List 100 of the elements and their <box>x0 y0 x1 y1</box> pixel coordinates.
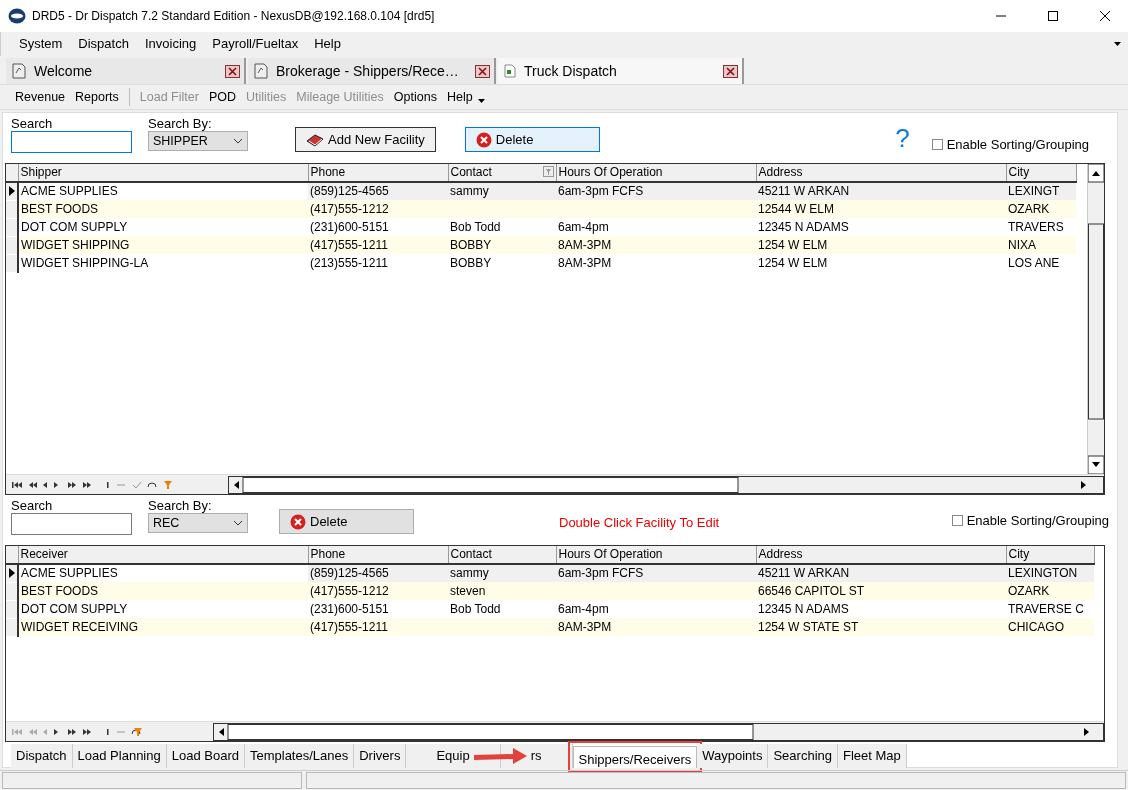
bottom-tab[interactable]: Fleet Map <box>838 744 907 768</box>
search-by-dropdown[interactable]: SHIPPER <box>148 131 248 151</box>
table-cell: (231)600-5151 <box>310 601 389 616</box>
help-link[interactable]: ? <box>895 125 910 151</box>
delete-button[interactable]: Delete <box>279 509 414 534</box>
table-row[interactable]: BEST FOODS (417)555-1212 steven 66546 CAPITOL ST OZARK <box>6 582 1094 600</box>
close-icon[interactable] <box>225 64 240 78</box>
search-by-dropdown[interactable]: REC <box>148 513 248 533</box>
table-cell: 1254 W STATE ST <box>758 619 859 634</box>
menu-item[interactable]: Help <box>306 32 349 56</box>
table-cell: WIDGET SHIPPING-LA <box>21 255 149 270</box>
delete-button[interactable]: Delete <box>464 127 600 152</box>
table-row[interactable]: WIDGET RECEIVING (417)555-1211 8AM-3PM 1254 W STATE ST CHICAGO <box>6 618 1094 636</box>
sorting-checkbox[interactable]: Enable Sorting/Grouping <box>931 135 1089 155</box>
column-header[interactable]: City <box>1006 546 1094 564</box>
chevron-down-icon <box>233 520 243 526</box>
table-cell: 8AM-3PM <box>558 619 612 634</box>
table-cell: WIDGET RECEIVING <box>21 619 139 634</box>
toolbar-item[interactable]: POD <box>203 86 241 108</box>
table-cell: OZARK <box>1008 583 1050 598</box>
table-cell: sammy <box>450 566 489 580</box>
dropdown-arrow-icon[interactable] <box>477 99 485 103</box>
row-pointer-icon <box>6 186 16 197</box>
toolbar-item[interactable]: Help <box>441 86 478 108</box>
table-cell: LEXINGTON <box>1008 566 1078 580</box>
menu-item[interactable]: Payroll/Fueltax <box>204 32 307 56</box>
row-pointer-icon <box>6 568 16 579</box>
bottom-tab[interactable]: Searching <box>768 744 838 768</box>
column-header[interactable]: City <box>1006 164 1076 182</box>
column-header[interactable]: Address <box>756 546 1006 564</box>
table-cell: 8AM-3PM <box>558 237 612 252</box>
horizontal-scrollbar[interactable] <box>228 475 1104 494</box>
delete-icon <box>290 513 306 530</box>
horizontal-scrollbar[interactable] <box>213 722 1104 741</box>
table-cell: BOBBY <box>450 255 492 270</box>
table-cell: 6am-4pm <box>558 219 609 234</box>
bottom-tab[interactable]: Drivers <box>354 744 407 768</box>
table-cell: NIXA <box>1008 237 1036 252</box>
table-row[interactable]: BEST FOODS (417)555-1212 12544 W ELM OZARK <box>6 200 1076 218</box>
add-facility-button[interactable]: Add New Facility <box>295 127 436 152</box>
document-icon <box>504 64 516 78</box>
bottom-tab[interactable]: Templates/Lanes <box>244 744 355 768</box>
bottom-tab[interactable]: Equip <box>406 744 501 768</box>
table-cell: DOT COM SUPPLY <box>21 219 128 234</box>
dropdown-arrow-icon[interactable] <box>1114 41 1122 47</box>
toolbar-item[interactable]: Reports <box>70 86 124 108</box>
instruction-text: Double Click Facility To Edit <box>559 514 720 532</box>
vertical-scrollbar[interactable] <box>1087 164 1104 476</box>
column-header[interactable]: Receiver <box>18 546 308 564</box>
table-cell: sammy <box>450 184 489 198</box>
column-header[interactable]: Hours Of Operation <box>556 164 756 182</box>
table-cell: (231)600-5151 <box>310 219 389 234</box>
column-header[interactable]: Phone <box>308 546 448 564</box>
window-title: DRD5 - Dr Dispatch 7.2 Standard Edition - NexusDB@192.168.0.104 [drd5] <box>32 8 435 25</box>
tab-label: Brokerage - Shippers/Rece… <box>276 61 460 81</box>
table-row[interactable]: WIDGET SHIPPING-LA (213)555-1211 BOBBY 8AM-3PM 1254 W ELM LOS ANE <box>6 254 1076 272</box>
search-field[interactable] <box>11 131 132 153</box>
table-cell: LEXINGT <box>1008 184 1060 198</box>
search-field[interactable] <box>11 513 132 535</box>
table-cell: (213)555-1211 <box>310 255 388 270</box>
column-header[interactable]: Contact <box>448 164 556 182</box>
table-cell: 45211 W ARKAN <box>758 184 850 198</box>
toolbar-item[interactable]: Revenue <box>10 86 71 108</box>
table-cell: (859)125-4565 <box>310 184 389 198</box>
image-document-icon <box>254 63 268 79</box>
bottom-tab[interactable]: Load Planning <box>72 744 167 768</box>
table-cell: Bob Todd <box>450 219 501 234</box>
close-icon[interactable] <box>723 64 738 78</box>
menu-item[interactable]: System <box>11 32 71 56</box>
document-tab[interactable]: Truck Dispatch <box>498 58 744 84</box>
table-cell: steven <box>450 583 486 598</box>
table-cell: CHICAGO <box>1008 619 1064 634</box>
column-header[interactable]: Address <box>756 164 1006 182</box>
table-cell: 12345 N ADAMS <box>758 601 849 616</box>
bottom-tab[interactable]: Dispatch <box>11 744 73 768</box>
column-header[interactable]: Hours Of Operation <box>556 546 756 564</box>
table-cell: 1254 W ELM <box>758 255 828 270</box>
close-icon <box>1099 10 1111 22</box>
table-row[interactable]: WIDGET SHIPPING (417)555-1211 BOBBY 8AM-3PM 1254 W ELM NIXA <box>6 236 1076 254</box>
stack-icon <box>306 132 324 147</box>
table-row[interactable]: DOT COM SUPPLY (231)600-5151 Bob Todd 6am-4pm 12345 N ADAMS TRAVERSE C <box>6 600 1094 618</box>
toolbar-item[interactable]: Options <box>388 86 442 108</box>
column-header[interactable]: Contact <box>448 546 556 564</box>
close-icon[interactable] <box>475 64 490 78</box>
bottom-tab[interactable]: Load Board <box>166 744 245 768</box>
sorting-checkbox[interactable]: Enable Sorting/Grouping <box>951 511 1109 531</box>
table-cell: (417)555-1212 <box>310 201 389 216</box>
table-cell: LOS ANE <box>1008 255 1060 270</box>
table-cell: 6am-3pm FCFS <box>558 184 644 198</box>
table-row[interactable]: DOT COM SUPPLY (231)600-5151 Bob Todd 6am-4pm 12345 N ADAMS TRAVERS <box>6 218 1076 236</box>
bottom-tab[interactable]: Waypoints <box>697 744 769 768</box>
column-header[interactable]: Phone <box>308 164 448 182</box>
table-cell: (417)555-1211 <box>310 237 388 252</box>
menu-item[interactable]: Dispatch <box>70 32 137 56</box>
column-header[interactable]: Shipper <box>18 164 308 182</box>
document-tab[interactable]: Welcome <box>6 58 246 84</box>
menu-item[interactable]: Invoicing <box>136 32 205 56</box>
document-tab[interactable]: Brokerage - Shippers/Rece… <box>248 58 496 84</box>
field-label: Search <box>11 117 54 131</box>
table-cell: 45211 W ARKAN <box>758 566 850 580</box>
